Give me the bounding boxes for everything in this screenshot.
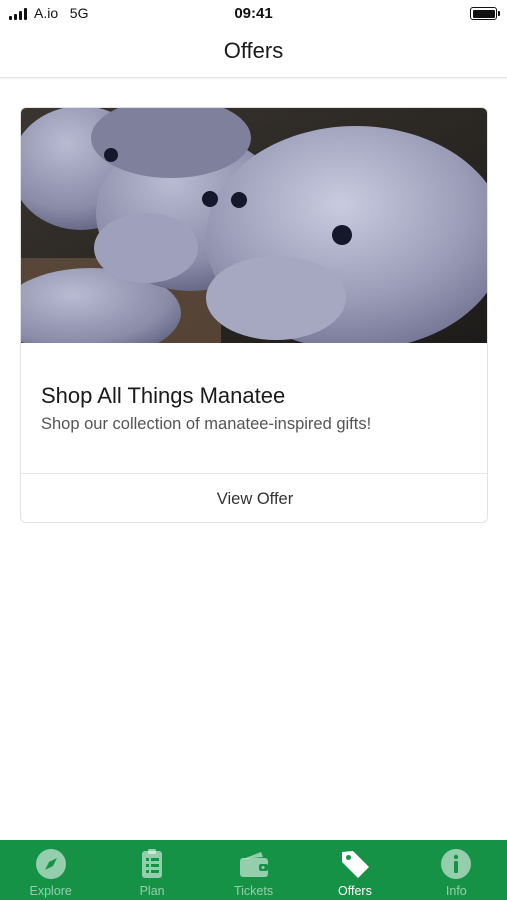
tab-tickets[interactable]: Tickets [203, 840, 304, 900]
tab-bar: Explore Plan Tickets Offers Info [0, 840, 507, 900]
tab-label: Plan [139, 884, 165, 898]
view-offer-button[interactable]: View Offer [21, 474, 487, 522]
offer-title: Shop All Things Manatee [41, 383, 286, 408]
tab-label: Offers [338, 884, 372, 898]
battery-icon [470, 7, 500, 20]
tab-plan[interactable]: Plan [101, 840, 202, 900]
tab-label: Info [445, 884, 467, 898]
offer-image [21, 108, 487, 343]
tab-explore[interactable]: Explore [0, 840, 101, 900]
tab-offers[interactable]: Offers [304, 840, 405, 900]
wallet-icon [239, 852, 268, 877]
compass-icon [35, 849, 66, 879]
tab-label: Tickets [233, 884, 274, 898]
tab-label: Explore [29, 884, 72, 898]
tag-icon [341, 851, 369, 878]
nav-header: Offers [0, 28, 507, 78]
page-title: Offers [223, 38, 284, 63]
tab-info[interactable]: Info [406, 840, 507, 900]
offer-card[interactable]: Shop All Things Manatee Shop our collect… [20, 107, 488, 523]
status-bar: A.io 5G 09:41 [0, 0, 507, 28]
offer-description: Shop our collection of manatee-inspired … [41, 415, 372, 433]
info-icon [441, 849, 472, 879]
checklist-icon [142, 849, 163, 878]
status-time: 09:41 [234, 5, 273, 22]
